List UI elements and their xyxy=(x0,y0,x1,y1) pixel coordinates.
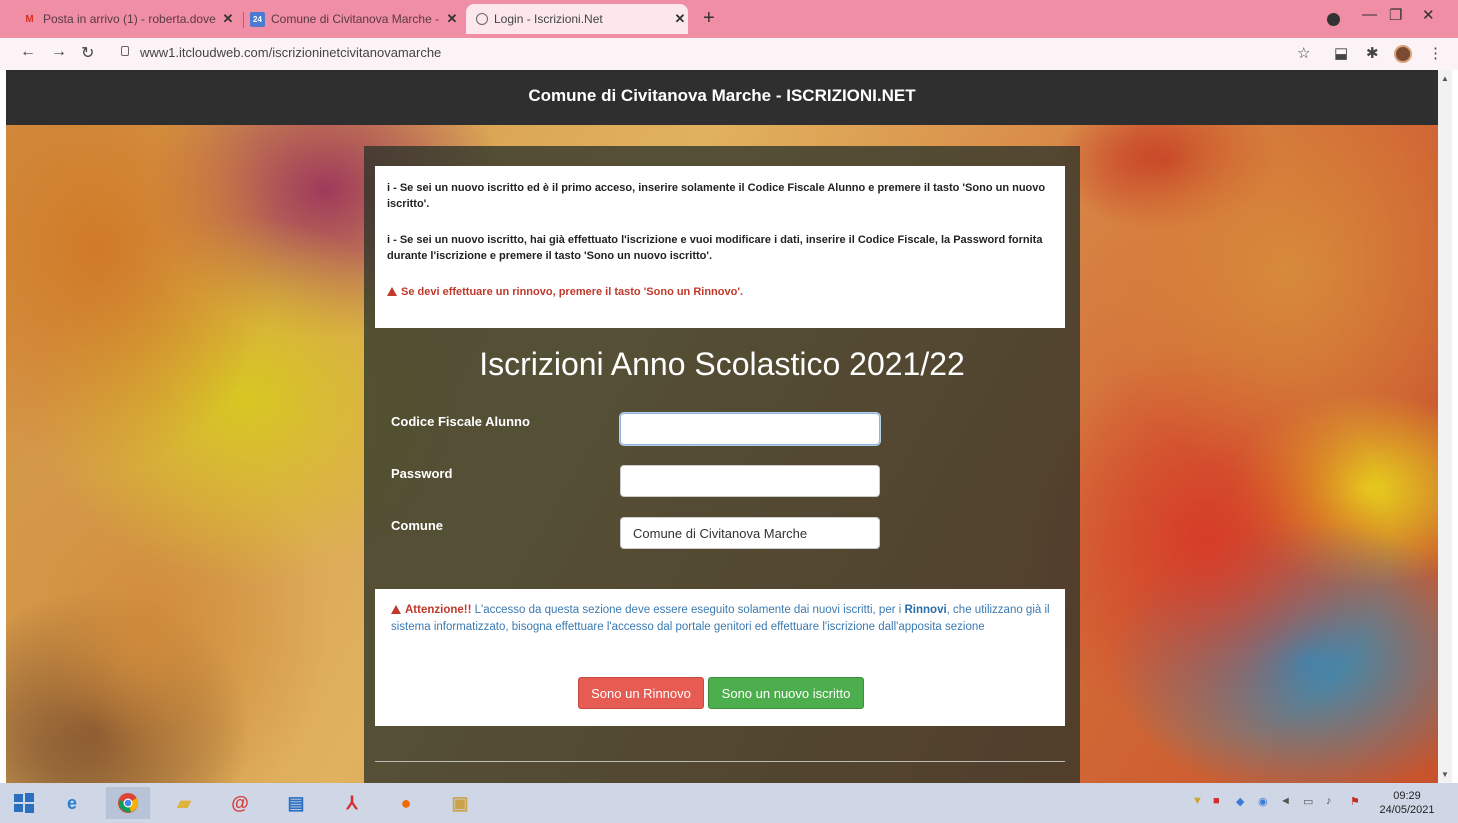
codice-fiscale-label: Codice Fiscale Alunno xyxy=(391,414,530,429)
internet-explorer-icon[interactable]: e xyxy=(50,787,94,819)
attention-text: Attenzione!! L'accesso da questa sezione… xyxy=(391,602,1051,636)
close-window-icon[interactable]: ✕ xyxy=(1422,6,1435,24)
close-tab-icon[interactable]: ✕ xyxy=(444,11,460,27)
login-panel: i - Se sei un nuovo iscritto ed è il pri… xyxy=(364,146,1080,783)
attention-body-start: L'accesso da questa sezione deve essere … xyxy=(471,604,905,616)
tab-gmail[interactable]: M Posta in arrivo (1) - roberta.dove ✕ xyxy=(22,5,236,33)
password-label: Password xyxy=(391,466,453,481)
attention-box: Attenzione!! L'accesso da questa sezione… xyxy=(375,589,1065,726)
mail-client-icon[interactable]: @ xyxy=(218,787,262,819)
menu-kebab-icon[interactable]: ⋮ xyxy=(1428,44,1443,62)
windows-taskbar: e ▰ @ ▤ ⅄ ● ▣ ▼ ■ ◆ ◉ ◄ ▭ ♪ ⚑ 09:29 24/0… xyxy=(0,783,1458,823)
info-new-first-access: i - Se sei un nuovo iscritto ed è il pri… xyxy=(387,182,1046,210)
info-box: i - Se sei un nuovo iscritto ed è il pri… xyxy=(375,166,1065,328)
warning-text: Se devi effettuare un rinnovo, premere i… xyxy=(401,286,743,298)
file-explorer-icon[interactable]: ▰ xyxy=(162,787,206,819)
taskbar-clock[interactable]: 09:29 24/05/2021 xyxy=(1372,789,1442,817)
forward-arrow-icon[interactable]: → xyxy=(51,43,67,61)
speaker-tray-icon[interactable]: ◄ xyxy=(1280,795,1291,807)
scroll-up-arrow-icon[interactable]: ▲ xyxy=(1441,74,1449,83)
volume-tray-icon[interactable]: ♪ xyxy=(1326,795,1332,807)
acrobat-reader-icon[interactable]: ⅄ xyxy=(330,787,374,819)
tab-comune[interactable]: 24 Comune di Civitanova Marche - ✕ xyxy=(250,5,460,33)
chrome-icon[interactable] xyxy=(106,787,150,819)
star-icon[interactable]: ☆ xyxy=(1297,44,1310,62)
gmail-icon: M xyxy=(25,13,34,25)
back-arrow-icon[interactable]: ← xyxy=(20,43,36,61)
profile-avatar[interactable] xyxy=(1394,45,1412,63)
document-editor-icon[interactable]: ▤ xyxy=(274,787,318,819)
folder-icon[interactable]: ▣ xyxy=(438,787,482,819)
comune-input[interactable] xyxy=(620,517,880,549)
firefox-icon[interactable]: ● xyxy=(384,787,428,819)
warning-triangle-icon xyxy=(387,287,397,296)
close-tab-icon[interactable]: ✕ xyxy=(672,11,688,27)
calendar-icon: 24 xyxy=(250,11,265,27)
tab-title: Comune di Civitanova Marche - xyxy=(271,12,440,26)
new-enrollee-button[interactable]: Sono un nuovo iscritto xyxy=(708,677,864,709)
page-scrollbar[interactable]: ▲ ▼ xyxy=(1438,70,1452,783)
clock-time: 09:29 xyxy=(1393,790,1421,802)
notification-flag-icon[interactable]: ⚑ xyxy=(1350,795,1360,808)
page-viewport: Comune di Civitanova Marche - ISCRIZIONI… xyxy=(6,70,1438,783)
globe-icon xyxy=(476,13,488,25)
comune-label: Comune xyxy=(391,518,443,533)
restore-icon[interactable]: ❐ xyxy=(1389,6,1402,24)
codice-fiscale-input[interactable] xyxy=(620,413,880,445)
browser-tab-strip: M Posta in arrivo (1) - roberta.dove ✕ 2… xyxy=(0,0,1458,38)
screen: M Posta in arrivo (1) - roberta.dove ✕ 2… xyxy=(0,0,1458,823)
address-bar[interactable]: www1.itcloudweb.com/iscrizioninetcivitan… xyxy=(140,45,441,60)
new-tab-button[interactable]: + xyxy=(703,7,715,30)
browser-toolbar: ← → ↻ www1.itcloudweb.com/iscrizioninetc… xyxy=(0,38,1458,70)
page-header-title: Comune di Civitanova Marche - ISCRIZIONI… xyxy=(6,70,1438,125)
incognito-indicator-icon[interactable] xyxy=(1327,13,1340,26)
renewal-button[interactable]: Sono un Rinnovo xyxy=(578,677,704,709)
security-tray-icon[interactable]: ◆ xyxy=(1236,795,1244,808)
tab-divider xyxy=(243,12,244,28)
install-icon[interactable]: ⬓ xyxy=(1334,44,1348,62)
warning-triangle-icon xyxy=(391,605,401,614)
info-renewal-warning: Se devi effettuare un rinnovo, premere i… xyxy=(387,284,1053,300)
update-tray-icon[interactable]: ◉ xyxy=(1258,795,1268,808)
attention-heading: Attenzione!! xyxy=(391,604,471,616)
scroll-down-arrow-icon[interactable]: ▼ xyxy=(1441,770,1449,779)
close-tab-icon[interactable]: ✕ xyxy=(220,11,236,27)
password-input[interactable] xyxy=(620,465,880,497)
lock-icon[interactable] xyxy=(121,46,129,56)
tab-title: Login - Iscrizioni.Net xyxy=(494,12,603,26)
network-tray-icon[interactable]: ▭ xyxy=(1303,795,1313,808)
reload-icon[interactable]: ↻ xyxy=(81,43,94,63)
shield-tray-icon[interactable]: ▼ xyxy=(1192,795,1203,807)
extensions-puzzle-icon[interactable]: ✱ xyxy=(1366,44,1379,62)
tab-login-active[interactable]: Login - Iscrizioni.Net ✕ xyxy=(466,4,688,34)
minimize-icon[interactable]: — xyxy=(1362,6,1377,23)
clock-date: 24/05/2021 xyxy=(1379,804,1435,816)
info-new-modify: i - Se sei un nuovo iscritto, hai già ef… xyxy=(387,234,1043,262)
form-title: Iscrizioni Anno Scolastico 2021/22 xyxy=(479,346,965,382)
attention-heading-text: Attenzione!! xyxy=(405,604,472,616)
windows-start-icon[interactable] xyxy=(2,787,46,819)
tab-title: Posta in arrivo (1) - roberta.dove xyxy=(43,12,216,26)
divider xyxy=(375,761,1065,762)
attention-rinnovi-emphasis: Rinnovi xyxy=(904,604,947,616)
antivirus-tray-icon[interactable]: ■ xyxy=(1213,795,1220,807)
